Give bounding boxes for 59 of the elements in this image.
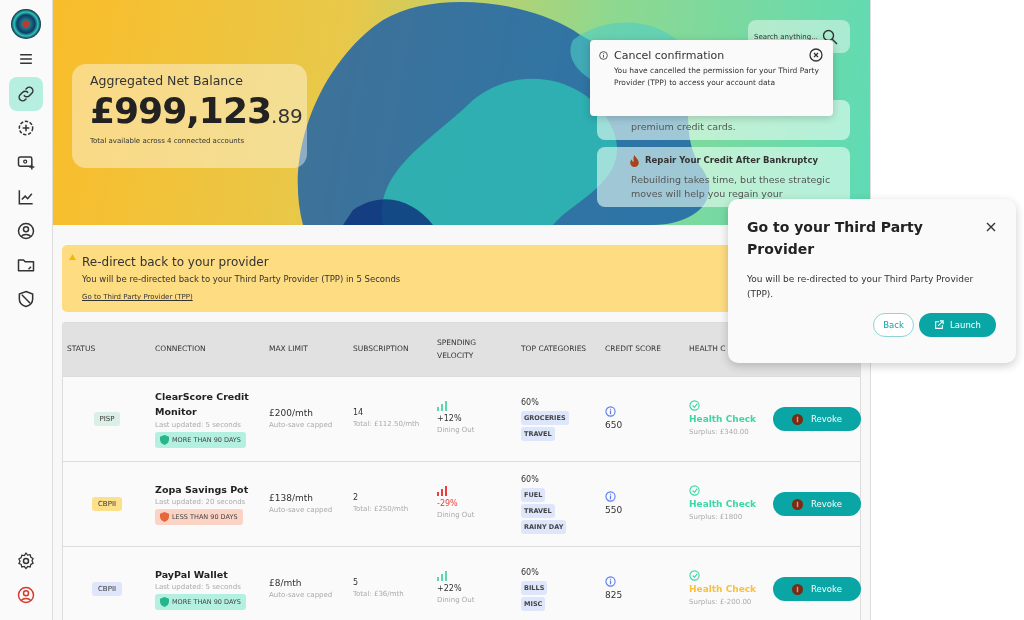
health-status: Health Check [689, 583, 758, 597]
health-status: Health Check [689, 413, 758, 427]
category-share: 60% [521, 566, 540, 579]
connection-name: PayPal Wallet [155, 567, 229, 582]
credit-score: 550 [605, 503, 624, 517]
subscription-count: 2 [353, 492, 360, 505]
velocity-value: -29% [437, 498, 459, 511]
close-icon[interactable] [809, 48, 823, 62]
alert-icon [792, 498, 804, 510]
banner-message: You will be re-directed back to your Third Party Provider (TPP) in 5 Seconds [82, 274, 401, 284]
nav-item[interactable] [9, 77, 43, 111]
close-icon[interactable] [986, 222, 996, 232]
app-logo[interactable] [11, 9, 41, 39]
connection-name: Zopa Savings Pot [155, 482, 250, 497]
gear-icon [16, 551, 36, 571]
back-button[interactable]: Back [873, 313, 914, 338]
dialog-message: You will be re-directed to your Third Party Provider (TPP). [747, 273, 975, 301]
dialog-title: Go to your Third Party Provider [747, 218, 924, 259]
alert-icon [792, 583, 804, 595]
credit-score: 825 [605, 588, 624, 602]
balance-title: Aggregated Net Balance [90, 73, 244, 88]
revoke-button[interactable]: Revoke [773, 407, 861, 431]
info-icon[interactable] [605, 405, 616, 417]
check-circle-icon [689, 570, 700, 582]
info-icon [599, 50, 608, 60]
velocity-value: +12% [437, 413, 463, 426]
toast-title: Cancel confirmation [614, 48, 726, 62]
subscription-count: 5 [353, 577, 360, 590]
connection-name: ClearScore Credit Monitor [155, 390, 250, 419]
link-icon [16, 84, 36, 104]
balance-amount: £999,123 [90, 90, 272, 131]
tip-text: Rebuilding takes time, but these strategic moves will help you regain your [631, 173, 832, 201]
max-limit: £8/mth [269, 576, 303, 590]
max-limit: £138/mth [269, 491, 314, 505]
launch-button[interactable]: Launch [919, 313, 996, 338]
user-icon [16, 585, 36, 605]
revoke-button[interactable]: Revoke [773, 577, 861, 601]
banner-title: Re-direct back to your provider [82, 255, 269, 269]
credit-score: 650 [605, 418, 624, 432]
category-share: 60% [521, 396, 540, 409]
fire-icon [629, 155, 640, 167]
revoke-button[interactable]: Revoke [773, 492, 861, 516]
info-icon[interactable] [605, 575, 616, 587]
subscription-count: 14 [353, 407, 365, 420]
category-share: 60% [521, 473, 540, 486]
tip-text: premium credit cards. [631, 120, 737, 134]
shield-icon [16, 289, 36, 310]
balance-cents: .89 [271, 104, 303, 128]
warning-icon [69, 254, 76, 260]
tip-title: Repair Your Credit After Bankruptcy [629, 155, 836, 167]
max-limit: £200/mth [269, 406, 314, 420]
velocity-value: +22% [437, 583, 463, 596]
external-link-icon [934, 320, 945, 331]
check-circle-icon [689, 485, 700, 497]
user-icon [16, 220, 36, 241]
check-circle-icon [689, 400, 700, 412]
alert-icon [792, 413, 804, 425]
health-status: Health Check [689, 498, 758, 512]
info-icon[interactable] [605, 490, 616, 502]
